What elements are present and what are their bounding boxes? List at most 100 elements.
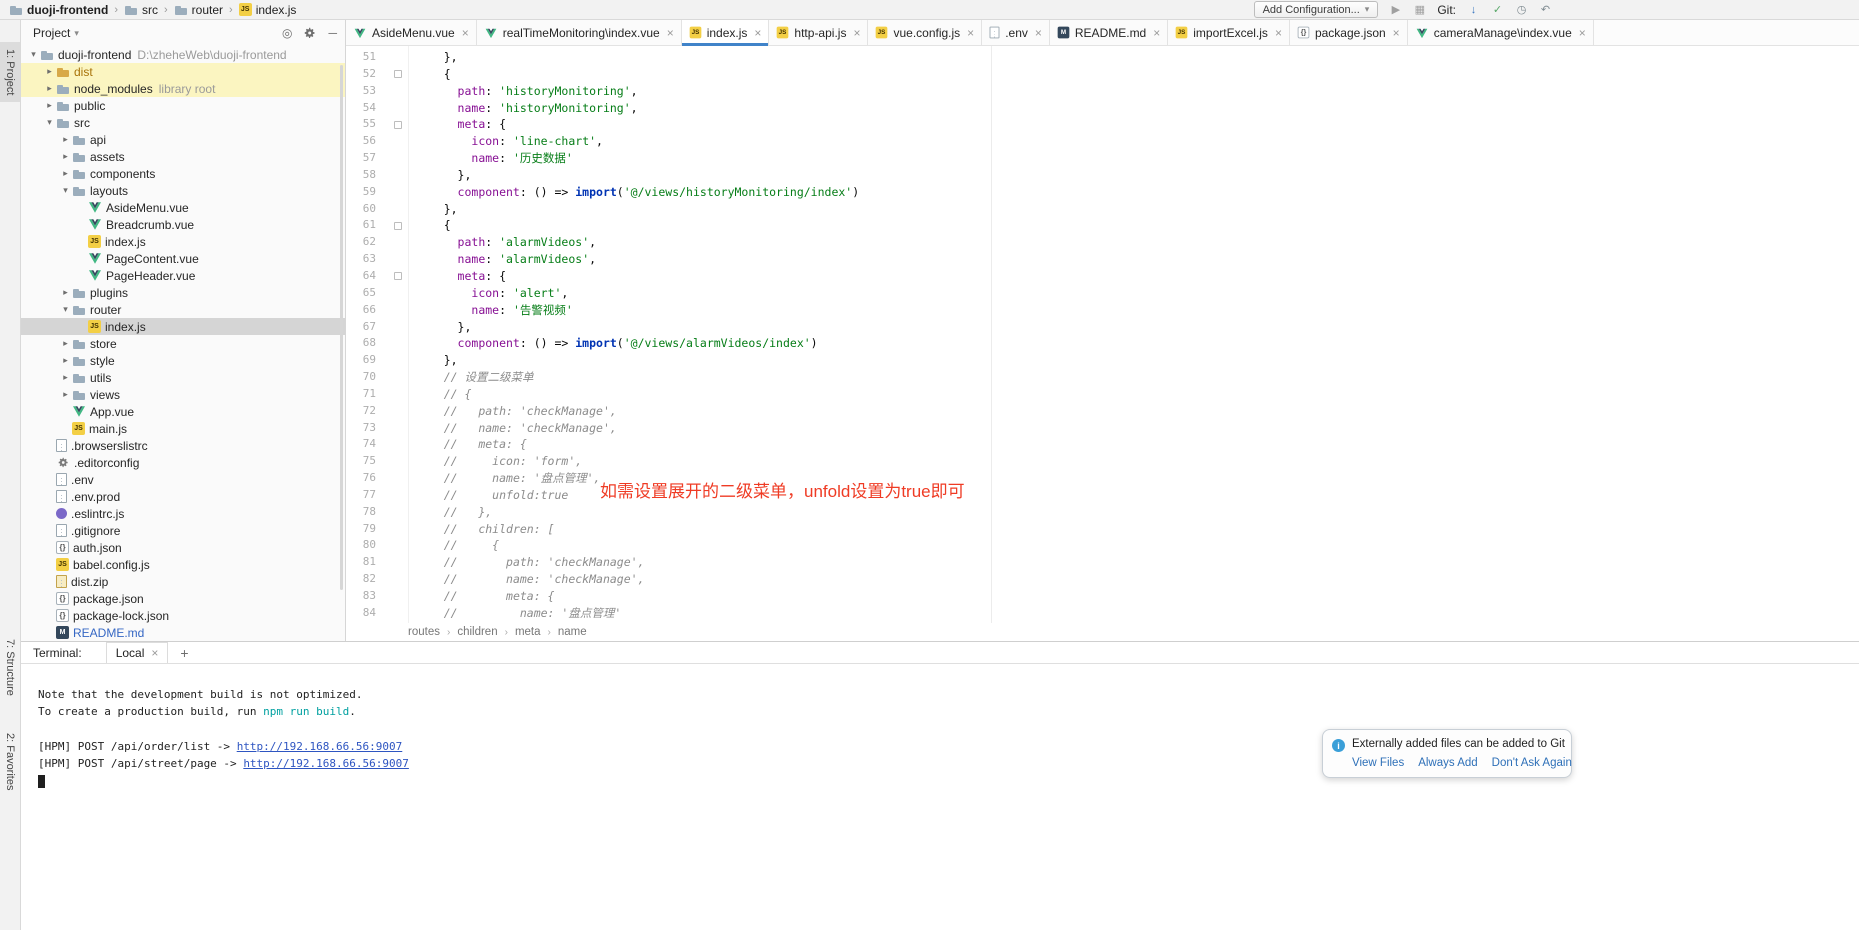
notification-action-view-files[interactable]: View Files (1352, 757, 1404, 769)
add-configuration-button[interactable]: Add Configuration... ▾ (1254, 1, 1379, 18)
chevron-right-icon[interactable]: ▸ (43, 66, 56, 77)
editor-tab-readme-md[interactable]: MREADME.md× (1050, 20, 1168, 45)
tree-item-env[interactable]: .env (21, 471, 345, 488)
tree-item-plugins[interactable]: ▸plugins (21, 284, 345, 301)
chevron-down-icon[interactable]: ▾ (59, 304, 72, 315)
chevron-down-icon[interactable]: ▾ (27, 49, 40, 60)
tree-item-assets[interactable]: ▸assets (21, 148, 345, 165)
editor-tab-importexcel-js[interactable]: JSimportExcel.js× (1168, 20, 1290, 45)
fold-marker-icon[interactable] (394, 70, 402, 78)
editor-breadcrumb-name[interactable]: name (558, 626, 587, 638)
chevron-right-icon[interactable]: ▸ (59, 287, 72, 298)
breadcrumb-item-duoji-frontend[interactable]: duoji-frontend (6, 1, 111, 19)
tree-item-src[interactable]: ▾src (21, 114, 345, 131)
locate-file-icon[interactable]: ◎ (282, 26, 292, 40)
chevron-right-icon[interactable]: ▸ (59, 151, 72, 162)
editor-tab-index-js[interactable]: JSindex.js× (682, 20, 770, 45)
run-icon[interactable]: ▶ (1388, 3, 1403, 16)
chevron-right-icon[interactable]: ▸ (59, 389, 72, 400)
fold-marker-icon[interactable] (394, 272, 402, 280)
tree-item-public[interactable]: ▸public (21, 97, 345, 114)
close-tab-icon[interactable]: × (1153, 26, 1160, 40)
chevron-down-icon[interactable]: ▾ (43, 117, 56, 128)
tree-item-router[interactable]: ▾router (21, 301, 345, 318)
editor-tab-vue-config-js[interactable]: JSvue.config.js× (868, 20, 982, 45)
tree-item-readme-md[interactable]: MREADME.md (21, 624, 345, 641)
editor-tab-http-api-js[interactable]: JShttp-api.js× (769, 20, 868, 45)
git-commit-icon[interactable]: ✓ (1490, 3, 1505, 16)
chevron-right-icon[interactable]: ▸ (43, 100, 56, 111)
chevron-down-icon[interactable]: ▾ (59, 185, 72, 196)
project-tree-scrollbar[interactable] (340, 65, 343, 590)
tree-item-pageheader-vue[interactable]: PageHeader.vue (21, 267, 345, 284)
tree-item-utils[interactable]: ▸utils (21, 369, 345, 386)
tree-item-auth-json[interactable]: {}auth.json (21, 539, 345, 556)
tool-window-button-structure[interactable]: 7: Structure (0, 632, 20, 703)
close-tab-icon[interactable]: × (462, 26, 469, 40)
project-panel-title[interactable]: Project (33, 26, 70, 40)
editor-tab-realtimemonitoring-index-vue[interactable]: realTimeMonitoring\index.vue× (477, 20, 682, 45)
tree-item-browserslistrc[interactable]: .browserslistrc (21, 437, 345, 454)
notification-action-always-add[interactable]: Always Add (1418, 757, 1477, 769)
breadcrumb-item-index-js[interactable]: JSindex.js (236, 1, 300, 19)
fold-marker-icon[interactable] (394, 121, 402, 129)
tree-item-package-lock-json[interactable]: {}package-lock.json (21, 607, 345, 624)
editor-breadcrumb-meta[interactable]: meta (515, 626, 541, 638)
editor-tab-asidemenu-vue[interactable]: AsideMenu.vue× (346, 20, 477, 45)
tree-item-main-js[interactable]: JSmain.js (21, 420, 345, 437)
tree-item-breadcrumb-vue[interactable]: Breadcrumb.vue (21, 216, 345, 233)
chevron-right-icon[interactable]: ▸ (59, 134, 72, 145)
terminal-output[interactable]: Note that the development build is not o… (21, 664, 1859, 789)
chevron-right-icon[interactable]: ▸ (59, 338, 72, 349)
hide-panel-icon[interactable]: ─ (328, 26, 337, 40)
chevron-right-icon[interactable]: ▸ (59, 168, 72, 179)
close-tab-icon[interactable]: × (1275, 26, 1282, 40)
breadcrumb-item-src[interactable]: src (121, 1, 161, 19)
tree-item-views[interactable]: ▸views (21, 386, 345, 403)
tree-item-layouts[interactable]: ▾layouts (21, 182, 345, 199)
terminal-tab-local[interactable]: Local × (106, 642, 169, 663)
services-icon[interactable]: ▦ (1412, 3, 1427, 16)
tree-item-pagecontent-vue[interactable]: PageContent.vue (21, 250, 345, 267)
tree-item-eslintrc-js[interactable]: .eslintrc.js (21, 505, 345, 522)
close-tab-icon[interactable]: × (1393, 26, 1400, 40)
close-tab-icon[interactable]: × (667, 26, 674, 40)
editor-tab-cameramanage-index-vue[interactable]: cameraManage\index.vue× (1408, 20, 1594, 45)
git-rollback-icon[interactable]: ↶ (1538, 3, 1553, 16)
chevron-down-icon[interactable]: ▾ (74, 28, 79, 39)
settings-gear-icon[interactable] (304, 27, 316, 39)
tree-item-api[interactable]: ▸api (21, 131, 345, 148)
tree-item-index-js[interactable]: JSindex.js (21, 318, 345, 335)
git-update-icon[interactable]: ↓ (1466, 4, 1481, 16)
tree-item-store[interactable]: ▸store (21, 335, 345, 352)
fold-marker-icon[interactable] (394, 222, 402, 230)
tree-item-dist[interactable]: ▸dist (21, 63, 345, 80)
tree-item-app-vue[interactable]: App.vue (21, 403, 345, 420)
tree-item-node-modules[interactable]: ▸node_moduleslibrary root (21, 80, 345, 97)
close-tab-icon[interactable]: × (1035, 26, 1042, 40)
close-tab-icon[interactable]: × (754, 26, 761, 40)
code-editor[interactable]: 51 },52 {53 path: 'historyMonitoring',54… (346, 46, 1859, 623)
chevron-right-icon[interactable]: ▸ (59, 372, 72, 383)
close-tab-icon[interactable]: × (1579, 26, 1586, 40)
editor-tab-env[interactable]: .env× (982, 20, 1050, 45)
git-history-icon[interactable]: ◷ (1514, 3, 1529, 16)
tool-window-button-favorites[interactable]: 2: Favorites (0, 726, 20, 797)
editor-breadcrumb-children[interactable]: children (457, 626, 497, 638)
breadcrumb-item-router[interactable]: router (171, 1, 226, 19)
close-tab-icon[interactable]: × (853, 26, 860, 40)
tree-item-duoji-frontend[interactable]: ▾duoji-frontendD:\zheheWeb\duoji-fronten… (21, 46, 345, 63)
tree-item-gitignore[interactable]: .gitignore (21, 522, 345, 539)
chevron-right-icon[interactable]: ▸ (43, 83, 56, 94)
tree-item-package-json[interactable]: {}package.json (21, 590, 345, 607)
tree-item-dist-zip[interactable]: dist.zip (21, 573, 345, 590)
editor-tab-package-json[interactable]: {}package.json× (1290, 20, 1408, 45)
editor-breadcrumb-routes[interactable]: routes (408, 626, 440, 638)
notification-action-don-t-ask-again[interactable]: Don't Ask Again (1492, 757, 1572, 769)
tree-item-babel-config-js[interactable]: JSbabel.config.js (21, 556, 345, 573)
new-terminal-button[interactable]: + (180, 645, 188, 661)
tree-item-style[interactable]: ▸style (21, 352, 345, 369)
tree-item-index-js[interactable]: JSindex.js (21, 233, 345, 250)
chevron-right-icon[interactable]: ▸ (59, 355, 72, 366)
tree-item-components[interactable]: ▸components (21, 165, 345, 182)
